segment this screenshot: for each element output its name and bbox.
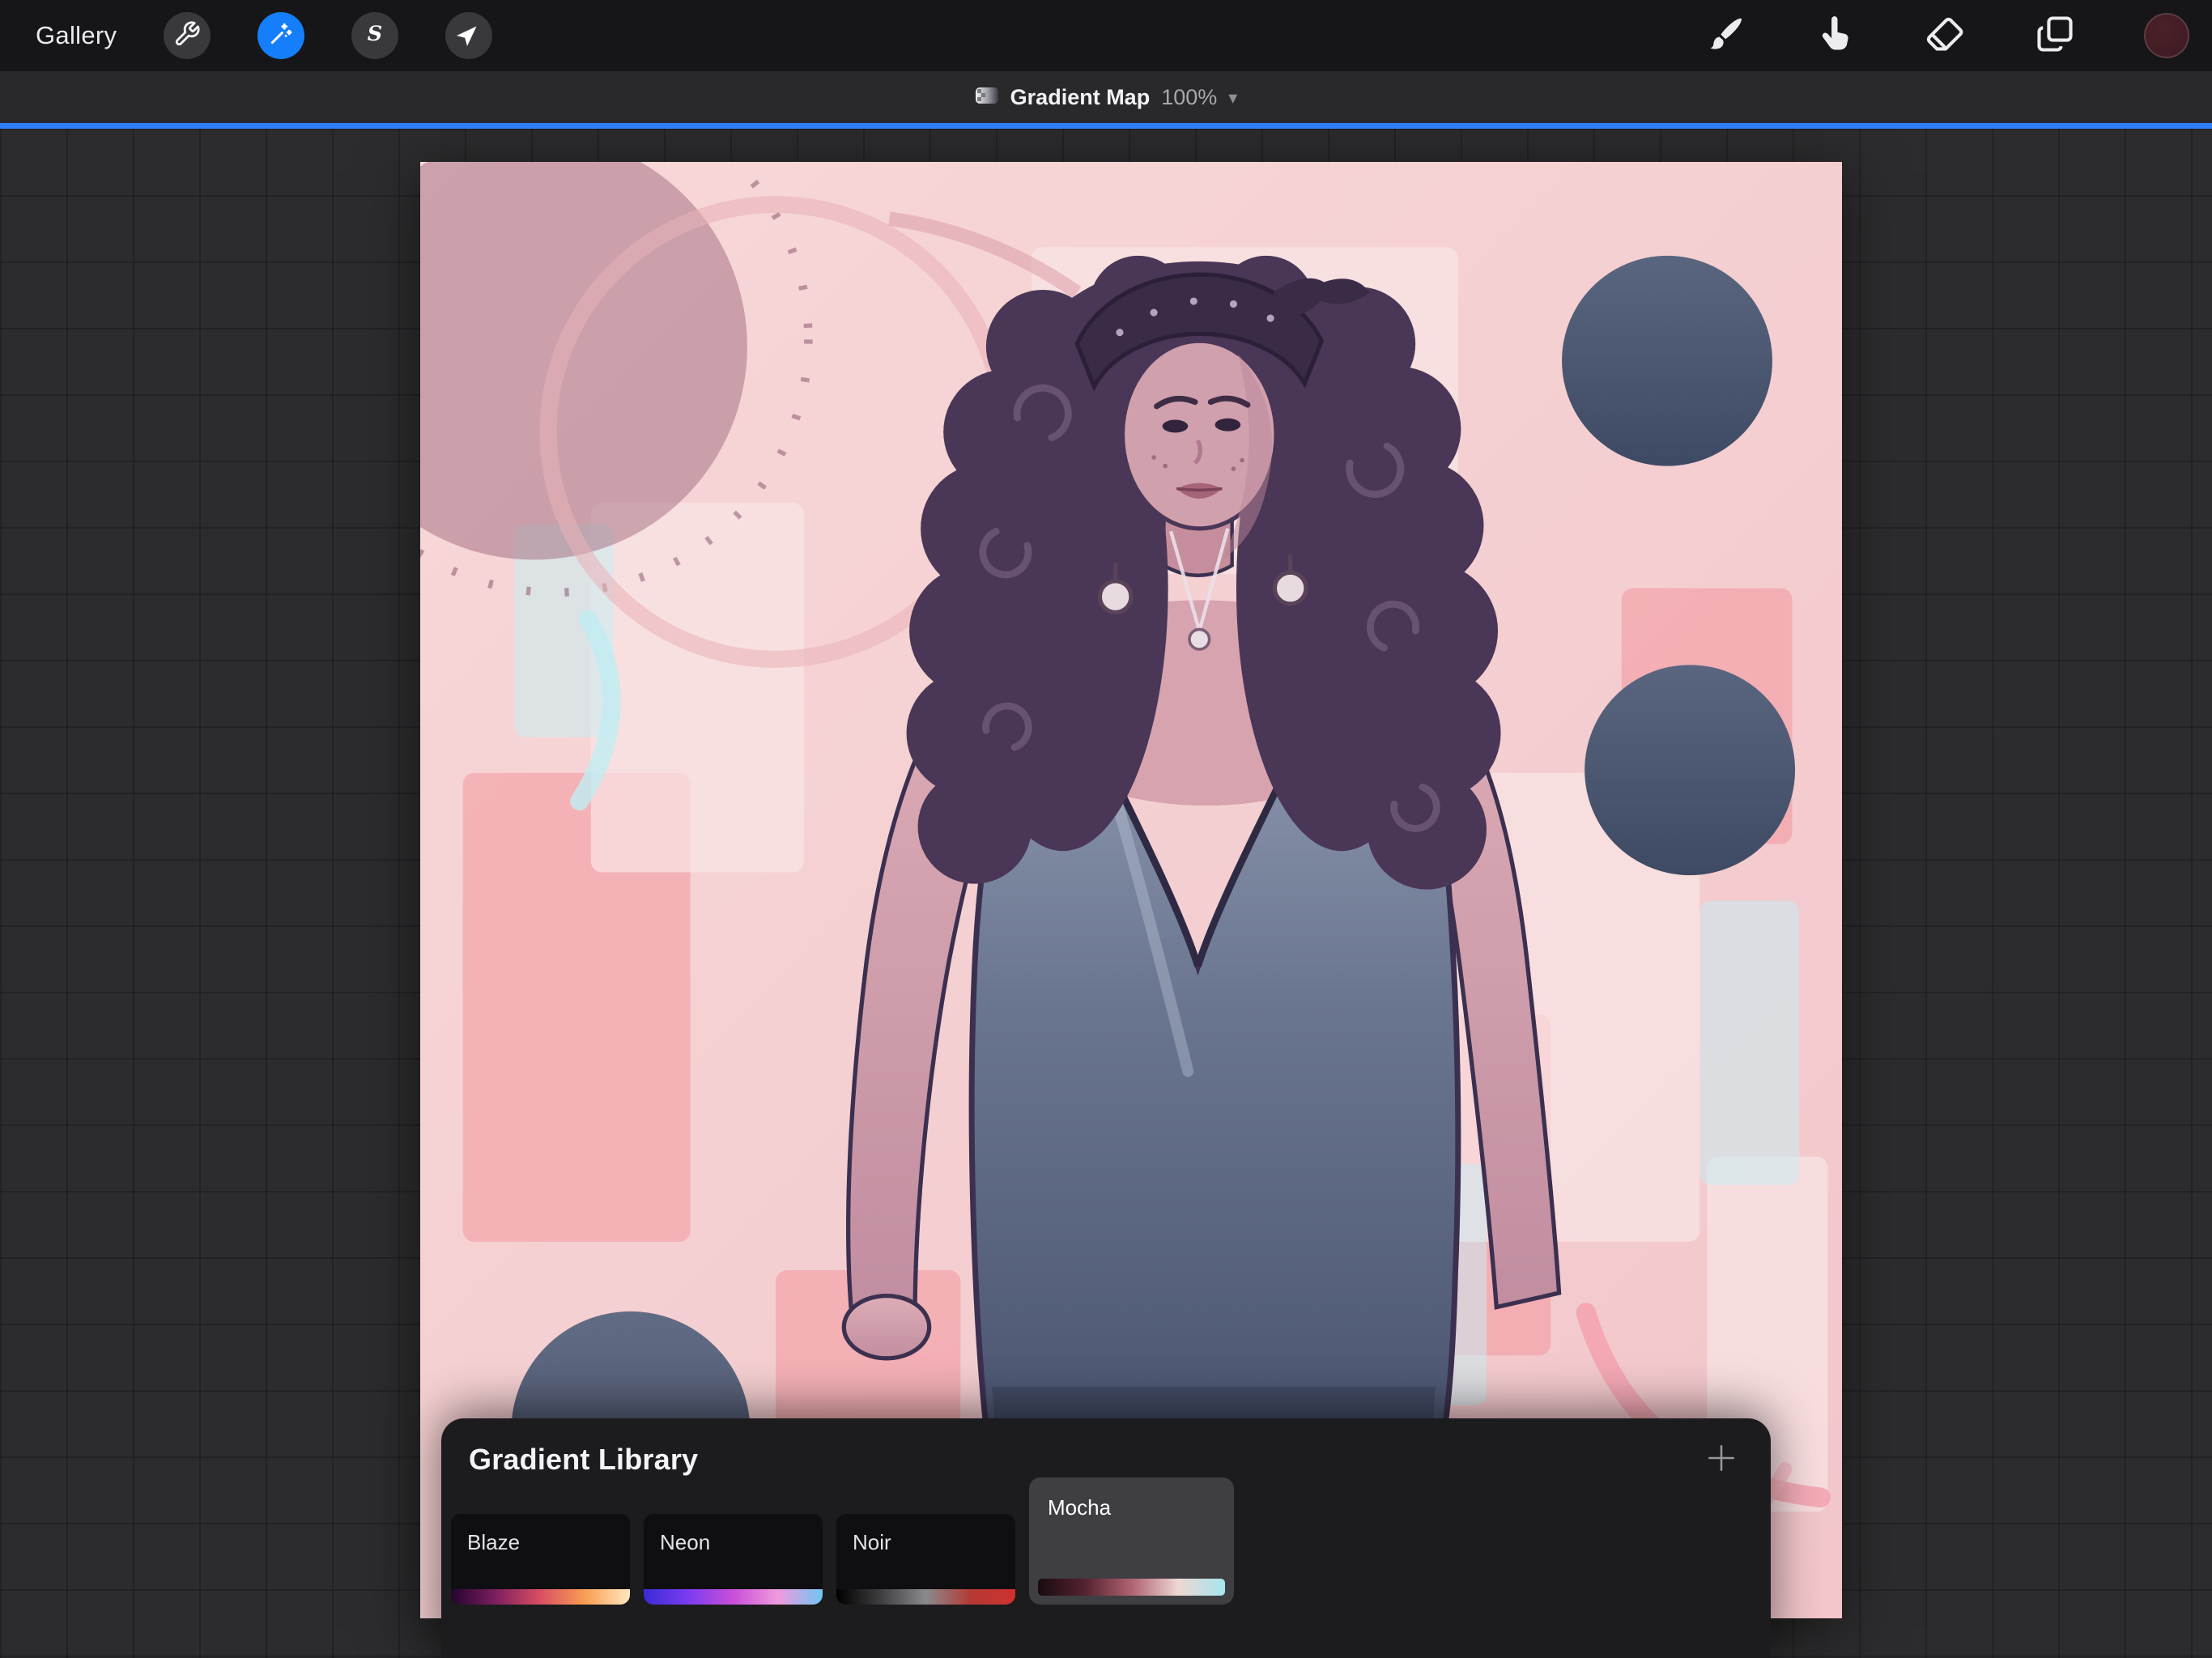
smudge-finger-icon <box>1814 13 1856 59</box>
eraser-button[interactable] <box>1924 15 1966 57</box>
paint-brush-icon <box>1704 13 1746 59</box>
gradient-library-title: Gradient Library <box>469 1443 698 1477</box>
gradient-strip <box>836 1589 1015 1605</box>
gradient-library-panel: Gradient Library Blaze Neon Noir <box>441 1418 1771 1658</box>
adjustment-bar: Gradient Map 100% ▾ <box>0 71 2212 123</box>
transform-button[interactable] <box>445 12 492 59</box>
paint-brush-button[interactable] <box>1704 15 1746 57</box>
gradient-map-icon <box>975 86 999 109</box>
wrench-icon <box>173 20 201 52</box>
plus-icon <box>1704 1440 1739 1480</box>
gradient-preset-noir[interactable]: Noir <box>836 1514 1015 1605</box>
artwork-illustration <box>420 162 1842 1618</box>
magic-wand-icon <box>267 20 295 52</box>
selection-accent-line <box>0 123 2212 129</box>
preset-label: Noir <box>836 1514 1015 1555</box>
adjustments-button[interactable] <box>257 12 304 59</box>
preset-label: Blaze <box>451 1514 630 1555</box>
selection-s-icon: S <box>361 20 389 52</box>
add-gradient-button[interactable] <box>1703 1441 1740 1478</box>
adjustment-title: Gradient Map <box>1010 85 1151 110</box>
canvas-background: Gradient Library Blaze Neon Noir <box>0 129 2212 1658</box>
chevron-down-icon: ▾ <box>1228 87 1237 108</box>
gradient-preset-neon[interactable]: Neon <box>644 1514 823 1605</box>
layers-button[interactable] <box>2034 15 2076 57</box>
preset-label: Neon <box>644 1514 823 1555</box>
gradient-strip <box>644 1589 823 1605</box>
selection-button[interactable]: S <box>351 12 398 59</box>
gallery-button[interactable]: Gallery <box>36 21 117 50</box>
smudge-button[interactable] <box>1814 15 1856 57</box>
gradient-strip <box>451 1589 630 1605</box>
gradient-preset-blaze[interactable]: Blaze <box>451 1514 630 1605</box>
top-toolbar: Gallery S <box>0 0 2212 71</box>
eraser-icon <box>1924 13 1966 59</box>
transform-arrow-icon <box>455 20 483 52</box>
layers-icon <box>2034 13 2076 59</box>
gradient-map-dropdown[interactable]: Gradient Map 100% ▾ <box>975 85 1238 110</box>
actions-button[interactable] <box>164 12 211 59</box>
adjustment-opacity-value: 100% <box>1161 85 1217 110</box>
color-swatch[interactable] <box>2144 13 2189 58</box>
svg-text:S: S <box>368 21 382 45</box>
gradient-preset-list: Blaze Neon Noir Mocha <box>451 1477 1234 1605</box>
gradient-preset-mocha[interactable]: Mocha <box>1029 1477 1234 1605</box>
gradient-strip <box>1038 1579 1225 1596</box>
preset-label: Mocha <box>1038 1477 1225 1520</box>
artwork-canvas[interactable] <box>420 162 1842 1618</box>
